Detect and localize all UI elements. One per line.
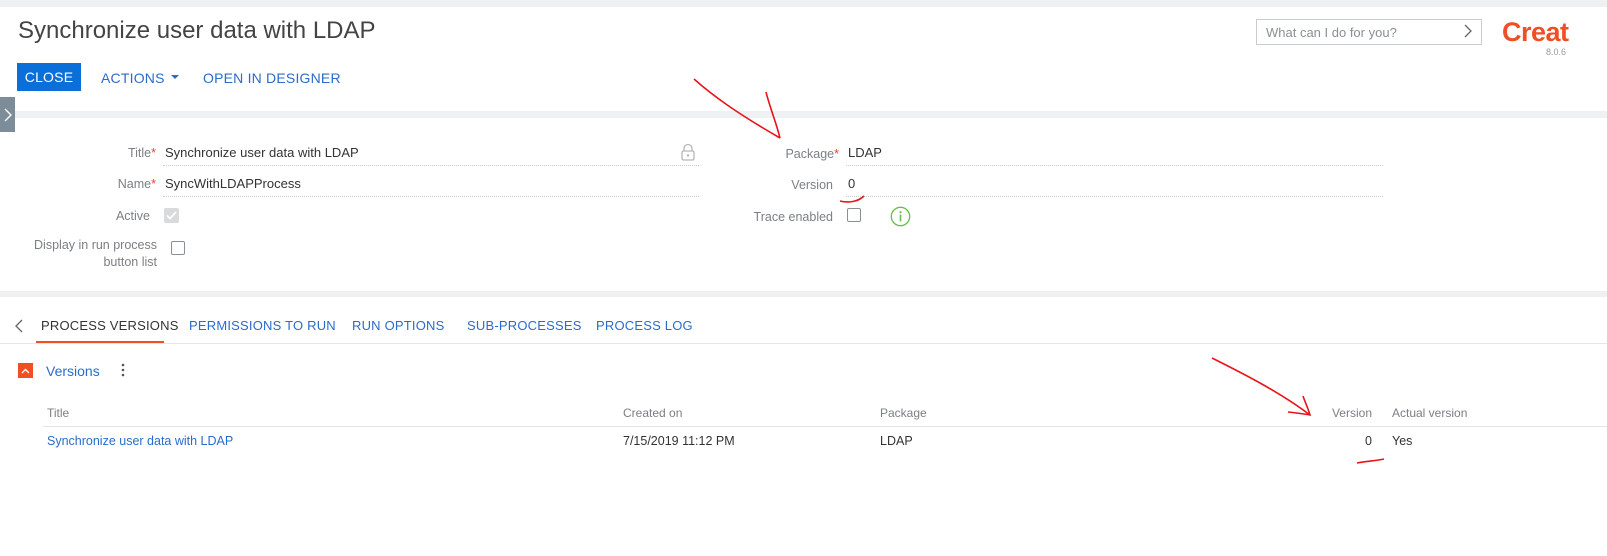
actions-button[interactable]: ACTIONS bbox=[101, 70, 179, 86]
annotation-arrow bbox=[693, 78, 781, 139]
column-header-package[interactable]: Package bbox=[880, 406, 927, 420]
logo: Creat bbox=[1502, 17, 1569, 47]
column-header-version[interactable]: Version bbox=[1300, 406, 1372, 420]
app-version: 8.0.6 bbox=[1546, 47, 1567, 57]
version-actual: Yes bbox=[1392, 434, 1413, 448]
collapse-group-button[interactable] bbox=[18, 363, 33, 378]
column-header-title[interactable]: Title bbox=[47, 406, 69, 420]
package-field-underline bbox=[846, 165, 1383, 166]
column-header-created-on[interactable]: Created on bbox=[623, 406, 682, 420]
trace-enabled-label: Trace enabled bbox=[753, 210, 833, 224]
package-field-label: Package* bbox=[785, 147, 839, 161]
name-field-label: Name* bbox=[117, 177, 156, 191]
close-button[interactable]: CLOSE bbox=[17, 63, 81, 91]
lock-icon bbox=[679, 143, 697, 166]
name-field-underline bbox=[163, 196, 699, 197]
version-field-value[interactable]: 0 bbox=[848, 176, 855, 191]
active-field-label: Active bbox=[115, 209, 150, 223]
open-in-designer-button[interactable]: OPEN IN DESIGNER bbox=[203, 70, 341, 86]
checkmark-icon bbox=[166, 211, 177, 220]
display-in-run-process-label: Display in run process button list bbox=[34, 238, 157, 269]
tab-process-log[interactable]: PROCESS LOG bbox=[596, 318, 693, 333]
title-field-label: Title* bbox=[127, 146, 156, 160]
search-placeholder: What can I do for you? bbox=[1266, 25, 1397, 40]
caret-down-icon bbox=[170, 75, 179, 80]
versions-group-title[interactable]: Versions bbox=[46, 363, 100, 379]
table-row[interactable] bbox=[43, 430, 1607, 454]
chevron-right-icon bbox=[4, 108, 12, 121]
annotation-arrow bbox=[1211, 357, 1311, 416]
title-field-value[interactable]: Synchronize user data with LDAP bbox=[165, 145, 359, 160]
side-panel-toggle[interactable] bbox=[0, 97, 15, 132]
info-icon[interactable] bbox=[890, 206, 911, 232]
divider bbox=[0, 111, 1607, 118]
version-package: LDAP bbox=[880, 434, 913, 448]
tab-process-versions[interactable]: PROCESS VERSIONS bbox=[41, 318, 179, 333]
tab-run-options[interactable]: RUN OPTIONS bbox=[352, 318, 444, 333]
version-field-label: Version bbox=[791, 178, 833, 192]
tab-permissions-to-run[interactable]: PERMISSIONS TO RUN bbox=[189, 318, 336, 333]
page-title: Synchronize user data with LDAP bbox=[18, 17, 376, 44]
chevron-up-icon bbox=[21, 368, 30, 373]
column-header-actual-version[interactable]: Actual version bbox=[1392, 406, 1467, 420]
actions-label: ACTIONS bbox=[101, 70, 165, 86]
trace-enabled-checkbox[interactable] bbox=[847, 208, 861, 222]
version-field-underline bbox=[846, 196, 1383, 197]
chevron-left-icon bbox=[15, 319, 23, 333]
tabs-divider bbox=[0, 343, 1607, 344]
annotation-underline bbox=[1356, 458, 1385, 464]
package-field-value[interactable]: LDAP bbox=[848, 145, 882, 160]
active-checkbox bbox=[164, 208, 179, 223]
title-field-underline bbox=[163, 165, 699, 166]
version-number: 0 bbox=[1365, 434, 1372, 448]
divider bbox=[0, 291, 1607, 297]
active-tab-indicator bbox=[36, 341, 164, 343]
more-options-icon[interactable] bbox=[120, 362, 126, 382]
display-in-run-process-checkbox[interactable] bbox=[171, 241, 185, 255]
name-field-value[interactable]: SyncWithLDAPProcess bbox=[165, 176, 301, 191]
tabs-scroll-left[interactable] bbox=[14, 318, 24, 339]
tab-sub-processes[interactable]: SUB-PROCESSES bbox=[467, 318, 582, 333]
top-strip bbox=[0, 0, 1607, 7]
version-created-on: 7/15/2019 11:12 PM bbox=[623, 434, 735, 448]
table-header-divider bbox=[43, 426, 1607, 427]
chevron-right-icon[interactable] bbox=[1463, 23, 1473, 43]
version-title-link[interactable]: Synchronize user data with LDAP bbox=[47, 434, 233, 448]
